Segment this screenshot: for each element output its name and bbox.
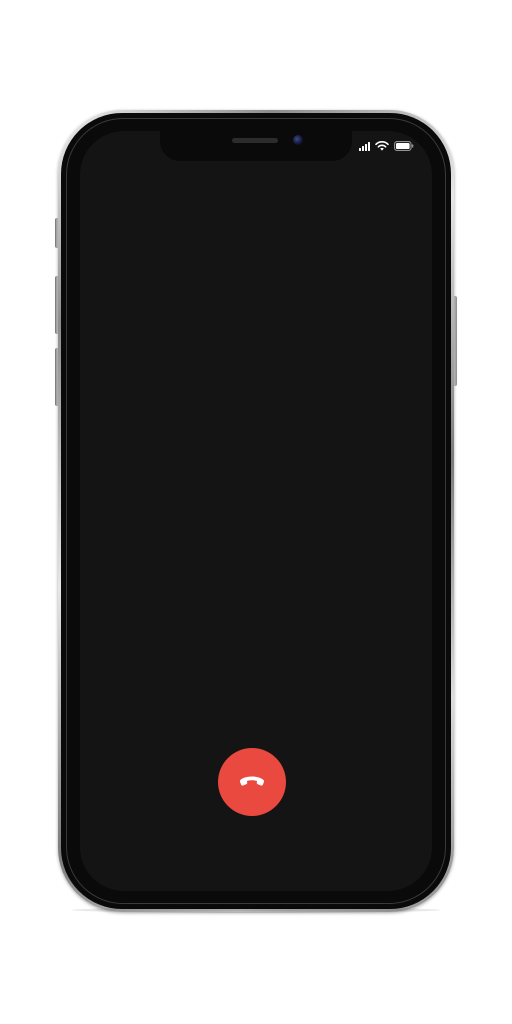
end-call-button[interactable]: [218, 748, 286, 816]
phone-screen: [80, 131, 432, 891]
wifi-icon: [375, 141, 389, 151]
phone-hangup-icon: [239, 776, 265, 786]
front-camera-icon: [293, 135, 303, 145]
stage: [0, 0, 512, 1024]
status-bar: [359, 141, 414, 151]
notch: [160, 131, 352, 161]
cellular-signal-icon: [359, 141, 370, 151]
device-shadow: [72, 907, 440, 913]
phone-frame: [58, 110, 454, 912]
earpiece-speaker: [232, 138, 278, 143]
battery-icon: [394, 141, 414, 151]
